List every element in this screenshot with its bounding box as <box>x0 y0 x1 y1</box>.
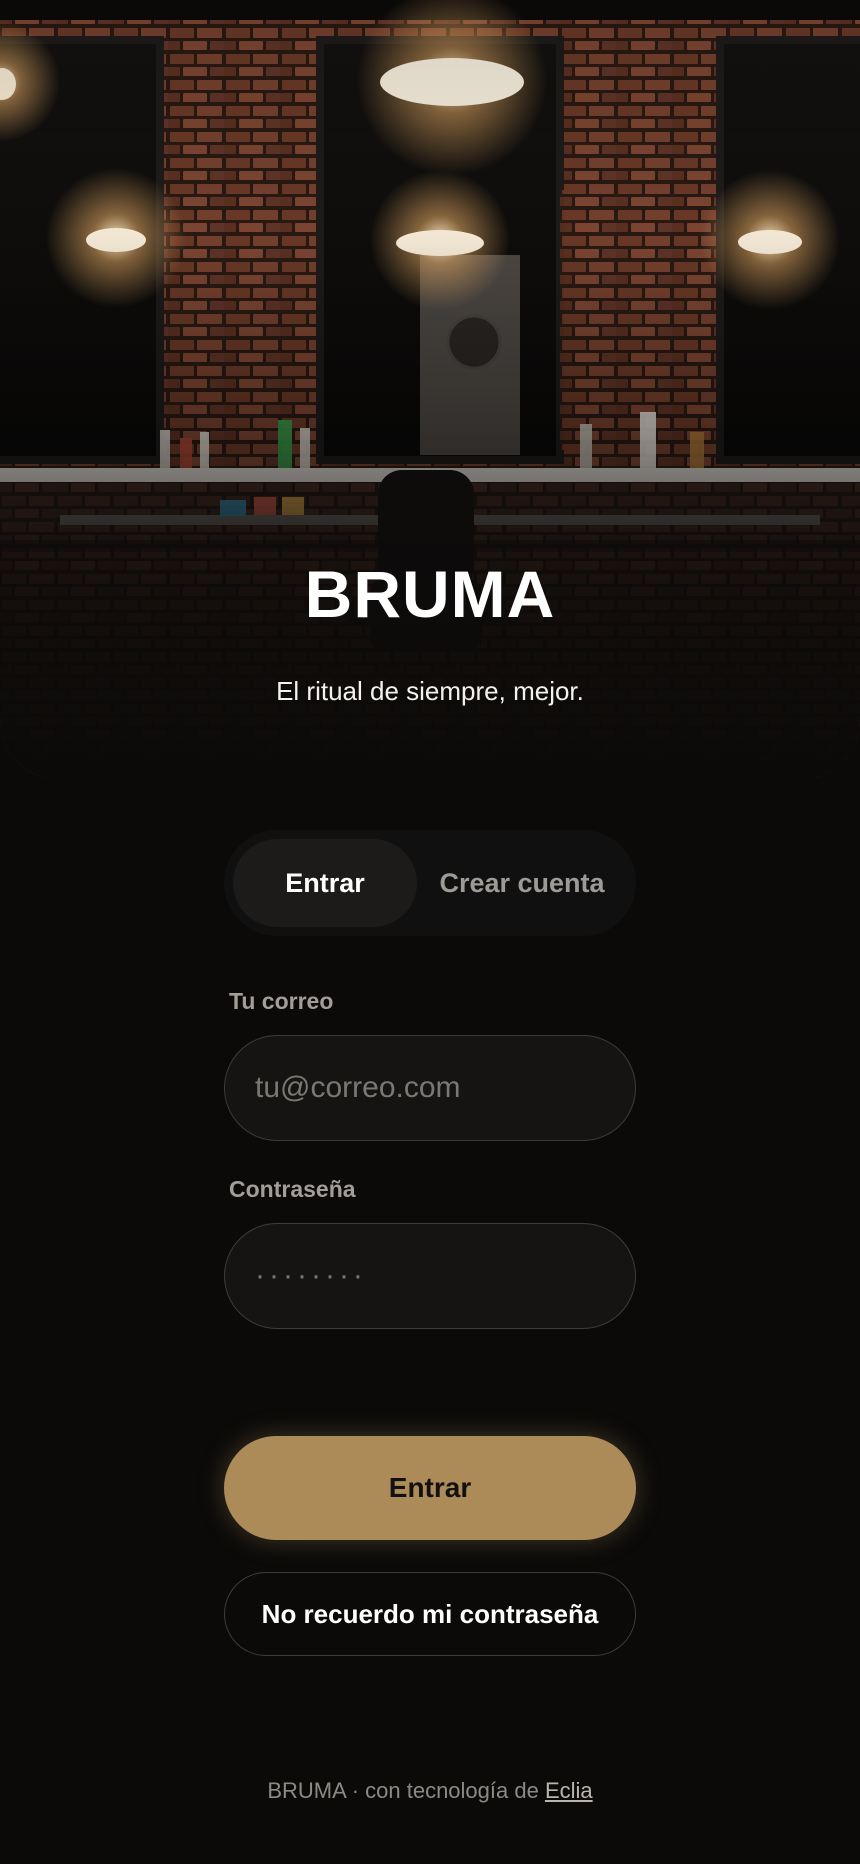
email-label: Tu correo <box>229 988 334 1014</box>
tab-create-account[interactable]: Crear cuenta <box>417 839 627 927</box>
email-field[interactable] <box>225 1036 635 1140</box>
tab-login[interactable]: Entrar <box>233 839 417 927</box>
brand-title: BRUMA <box>304 557 556 631</box>
forgot-password-button[interactable]: No recuerdo mi contraseña <box>224 1572 636 1656</box>
password-label: Contraseña <box>229 1176 356 1202</box>
footer-credit: BRUMA · con tecnología de Eclia <box>0 1778 860 1804</box>
hero-banner: BRUMA El ritual de siempre, mejor. <box>0 0 860 780</box>
brand-tagline: El ritual de siempre, mejor. <box>276 676 584 706</box>
auth-mode-tabs: Entrar Crear cuenta <box>224 830 636 936</box>
hero-gradient-overlay <box>0 0 860 780</box>
login-button[interactable]: Entrar <box>224 1436 636 1540</box>
login-screen: BRUMA El ritual de siempre, mejor. Entra… <box>0 0 860 1864</box>
footer-prefix: BRUMA · con tecnología de <box>267 1778 545 1803</box>
password-field[interactable] <box>225 1224 635 1328</box>
email-field-container <box>224 1035 636 1141</box>
password-field-container <box>224 1223 636 1329</box>
footer-eclia-link[interactable]: Eclia <box>545 1778 593 1803</box>
